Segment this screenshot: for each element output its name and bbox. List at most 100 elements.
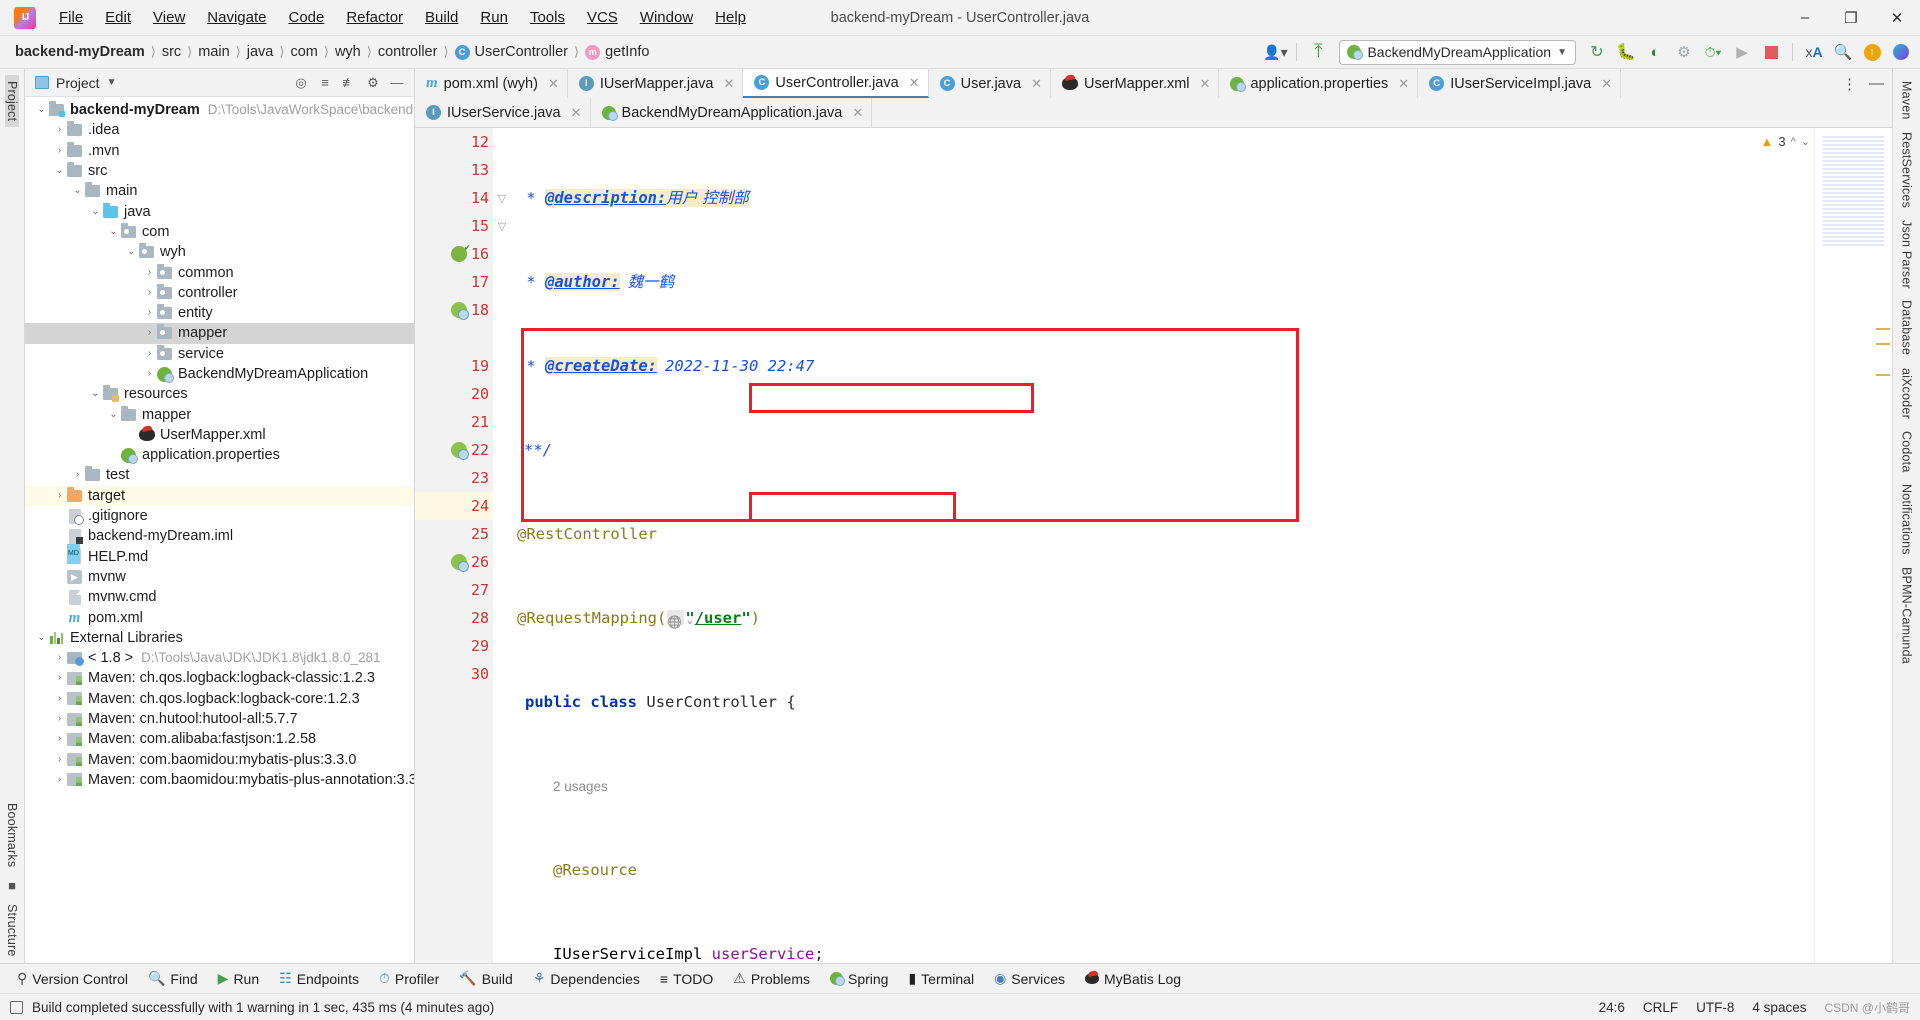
hide-icon[interactable]: — [386,72,408,94]
layout-icon[interactable] [10,1000,23,1014]
ai-assistant-icon[interactable] [1888,40,1914,64]
tab-usercontroller-java[interactable]: C UserController.java ✕ [743,69,929,98]
sidebar-item-structure[interactable]: Structure [5,898,19,963]
tool-terminal[interactable]: ▮ Terminal [899,967,983,990]
tree-expand-arrow[interactable]: › [53,120,66,140]
menu-refactor[interactable]: Refactor [335,5,414,30]
breadcrumb-java[interactable]: java [242,42,279,62]
minimize-button[interactable]: – [1782,0,1828,36]
tree-item-backend-mydream-iml[interactable]: backend-myDream.iml [25,526,414,546]
tree-expand-arrow[interactable]: › [143,283,156,303]
locate-icon[interactable]: ◎ [290,72,312,94]
menu-help[interactable]: Help [704,5,757,30]
code-folding-column[interactable]: ▽ ▽ [493,128,511,963]
tree-item-mapper[interactable]: › mapper [25,323,414,344]
update-icon[interactable]: ↑ [1859,40,1885,64]
tree-item-external-libraries[interactable]: ⌄ External Libraries [25,628,414,648]
sidebar-item-database[interactable]: Database [1900,294,1914,361]
tree-expand-arrow[interactable]: › [143,263,156,283]
hide-editor-icon[interactable]: — [1869,75,1884,92]
breadcrumb-class[interactable]: C UserController [450,42,573,62]
menu-window[interactable]: Window [629,5,704,30]
breadcrumb-wyh[interactable]: wyh [330,42,366,62]
project-panel-title[interactable]: Project ▼ [35,75,116,91]
tree-expand-arrow[interactable]: ⌄ [35,100,48,120]
breadcrumb-method[interactable]: m getInfo [580,42,654,62]
minimap-thumbnail[interactable] [1822,136,1884,246]
fold-marker-icon[interactable]: ▽ [498,220,506,233]
tree-expand-arrow[interactable]: ⌄ [107,405,120,425]
tree-item-mvnw[interactable]: ▶ mvnw [25,567,414,587]
tree-item-test[interactable]: › test [25,465,414,485]
line-separator[interactable]: CRLF [1643,1000,1678,1015]
run-icon[interactable]: ▶ [1729,40,1755,64]
tool-spring[interactable]: Spring [821,968,897,990]
editor-minimap[interactable]: ▲ 3 ^ ⌄ [1761,128,1892,963]
breadcrumb-project[interactable]: backend-myDream [10,42,150,62]
more-options-icon[interactable]: ⋮ [1842,75,1857,93]
run-configuration-selector[interactable]: BackendMyDreamApplication ▼ [1339,39,1576,65]
menu-edit[interactable]: Edit [94,5,142,30]
web-endpoint-icon[interactable] [667,606,693,634]
tree-expand-arrow[interactable]: › [53,668,66,688]
run-dashboard-icon[interactable]: ⏱▾ [1700,40,1726,64]
tree-item-backend-mydream[interactable]: ⌄ backend-myDream D:\Tools\JavaWorkSpace\b… [25,100,414,120]
tree-expand-arrow[interactable]: › [53,648,66,668]
tab-usermapper-xml[interactable]: UserMapper.xml ✕ [1050,69,1220,98]
tree-expand-arrow[interactable]: › [53,486,66,506]
close-icon[interactable]: ✕ [1031,76,1042,92]
breadcrumb-main[interactable]: main [193,42,234,62]
tree-expand-arrow[interactable]: ⌄ [35,628,48,648]
tree-item-maven-ch-qos-logback-logback-core-1-2-3[interactable]: › Maven: ch.qos.logback:logback-core:1.2.… [25,689,414,709]
tree-expand-arrow[interactable]: › [53,689,66,709]
profiler-icon[interactable]: ⚙ [1671,40,1697,64]
spring-bean-gutter-icon[interactable] [450,243,470,262]
fold-marker-icon[interactable]: ▽ [498,192,506,205]
bookmark-icon[interactable]: ■ [8,873,16,898]
chevron-up-icon[interactable]: ^ [1791,136,1796,148]
tree-expand-arrow[interactable]: › [143,303,156,323]
tree-item-com[interactable]: ⌄ com [25,222,414,242]
tree-item-resources[interactable]: ⌄ resources [25,384,414,404]
menu-build[interactable]: Build [414,5,469,30]
tree-item-gitignore[interactable]: .gitignore [25,506,414,526]
tab-iuserserviceimpl-java[interactable]: C IUserServiceImpl.java ✕ [1418,69,1622,98]
tree-item-maven-com-alibaba-fastjson-1-2-58[interactable]: › Maven: com.alibaba:fastjson:1.2.58 [25,729,414,749]
tree-expand-arrow[interactable]: ⌄ [89,384,102,404]
sidebar-item-aixcoder[interactable]: aiXcoder [1900,362,1914,425]
tree-expand-arrow[interactable]: › [71,465,84,485]
tree-expand-arrow[interactable]: › [143,364,156,384]
editor-gutter[interactable]: 12 13 14 15 16 17 18 19 20 [415,128,493,963]
tree-expand-arrow[interactable]: ⌄ [107,222,120,242]
gear-icon[interactable]: ⚙ [362,72,384,94]
tree-item-maven-cn-hutool-hutool-all-5-7-7[interactable]: › Maven: cn.hutool:hutool-all:5.7.7 [25,709,414,729]
tree-item-wyh[interactable]: ⌄ wyh [25,242,414,262]
sidebar-item-project[interactable]: Project [5,75,19,128]
close-icon[interactable]: ✕ [723,76,734,92]
tree-expand-arrow[interactable]: ⌄ [89,202,102,222]
tree-item-target[interactable]: › target [25,485,414,506]
stop-icon[interactable] [1758,40,1784,64]
tool-profiler[interactable]: ⏱ Profiler [370,967,448,990]
expand-all-icon[interactable]: ≡ [314,72,336,94]
tree-item-idea[interactable]: › .idea [25,120,414,140]
tree-item-1-8[interactable]: › < 1.8 > D:\Tools\Java\JDK\JDK1.8\jdk1.8.… [25,648,414,668]
tree-expand-arrow[interactable]: › [143,323,156,343]
tree-expand-arrow[interactable]: ⌄ [71,181,84,201]
menu-tools[interactable]: Tools [519,5,576,30]
close-icon[interactable]: ✕ [1398,76,1409,92]
search-everywhere-icon[interactable]: 🔍 [1830,40,1856,64]
hammer-build-icon[interactable]: ⤒ [1305,40,1331,64]
menu-run[interactable]: Run [469,5,519,30]
menu-navigate[interactable]: Navigate [196,5,277,30]
tree-item-usermapper-xml[interactable]: UserMapper.xml [25,425,414,445]
close-icon[interactable]: ✕ [1601,76,1612,92]
file-encoding[interactable]: UTF-8 [1696,1000,1734,1015]
tree-item-maven-ch-qos-logback-logback-classic-1-2-3[interactable]: › Maven: ch.qos.logback:logback-classic:1… [25,668,414,688]
tool-problems[interactable]: ⚠ Problems [724,967,819,990]
tool-todo[interactable]: ≡ TODO [651,968,722,990]
close-button[interactable]: ✕ [1874,0,1920,36]
breadcrumb-controller[interactable]: controller [373,42,443,62]
caret-position[interactable]: 24:6 [1599,1000,1625,1015]
tree-item-mvnw-cmd[interactable]: mvnw.cmd [25,587,414,607]
